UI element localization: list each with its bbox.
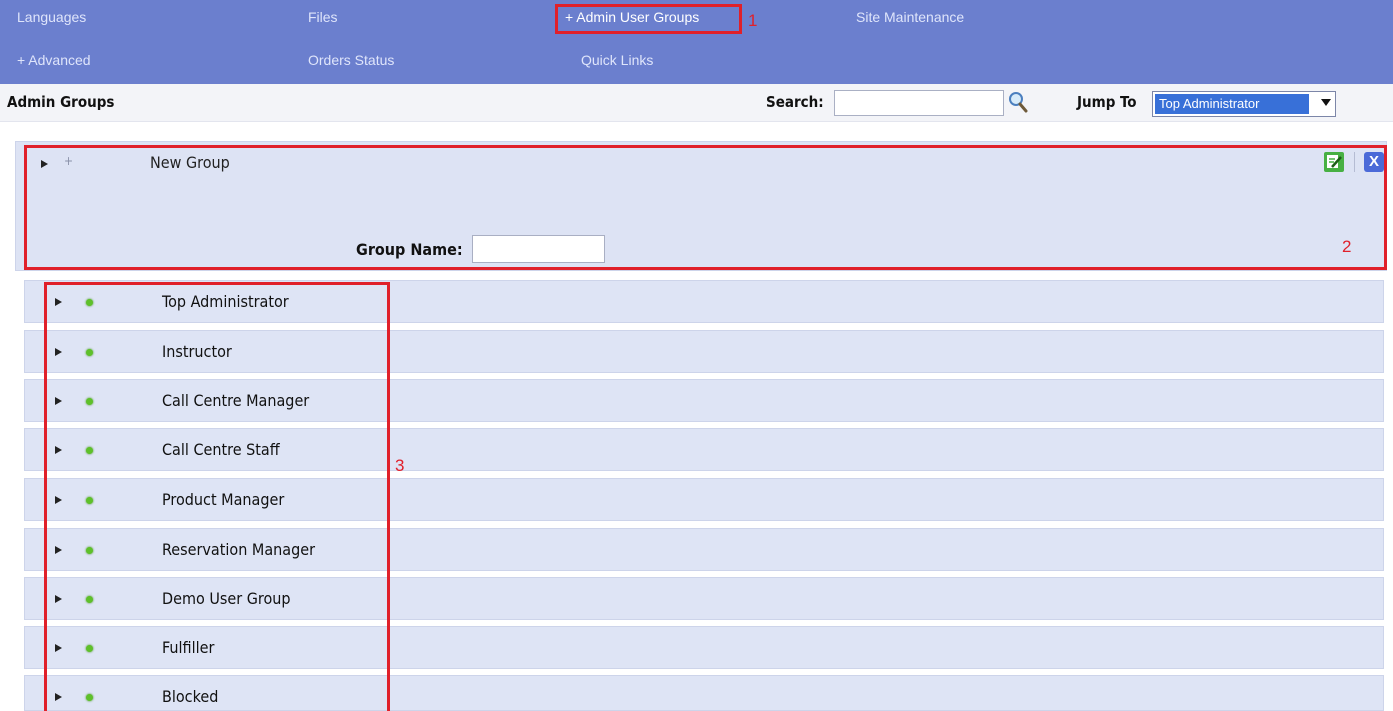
- highlight-box-3: [44, 282, 390, 711]
- jump-to-selected-value: Top Administrator: [1155, 94, 1309, 114]
- chevron-down-icon: [1321, 99, 1331, 106]
- annotation-2: 2: [1342, 237, 1352, 256]
- highlight-box-1: [555, 4, 742, 34]
- search-input[interactable]: [834, 90, 1004, 116]
- nav-orders-status[interactable]: Orders Status: [308, 50, 394, 70]
- nav-quick-links[interactable]: Quick Links: [581, 50, 653, 70]
- nav-languages[interactable]: Languages: [17, 7, 86, 27]
- jump-to-select[interactable]: Top Administrator: [1152, 91, 1336, 117]
- annotation-1: 1: [748, 11, 758, 30]
- page-title: Admin Groups: [7, 93, 115, 111]
- search-label: Search:: [766, 93, 824, 111]
- nav-files[interactable]: Files: [308, 7, 338, 27]
- annotation-3: 3: [395, 456, 405, 475]
- jump-to-label: Jump To: [1077, 93, 1137, 111]
- nav-advanced[interactable]: + Advanced: [17, 50, 91, 70]
- highlight-box-2: [24, 145, 1387, 270]
- search-icon[interactable]: [1007, 90, 1029, 114]
- nav-site-maintenance[interactable]: Site Maintenance: [856, 7, 964, 27]
